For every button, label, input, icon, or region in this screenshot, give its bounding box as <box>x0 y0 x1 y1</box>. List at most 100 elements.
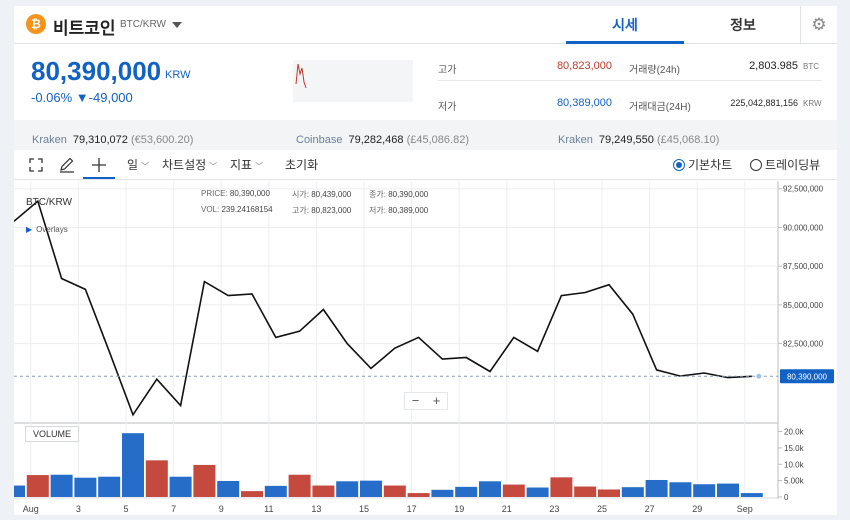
overlays-label: Overlays <box>36 225 68 234</box>
crosshair-icon-svg <box>92 158 106 172</box>
ohlc-row-2: 고가: 80,823,000 <box>292 205 351 216</box>
chart-settings-label: 차트설정 <box>162 158 207 172</box>
ohlc-key: 저가: <box>369 206 386 215</box>
volume-tick-label: 15.0k <box>784 444 805 453</box>
radio-tradingview[interactable]: 트레이딩뷰 <box>750 155 820 175</box>
radio-basic-chart[interactable]: 기본차트 <box>673 155 732 175</box>
interval-label: 일 <box>127 158 139 172</box>
expand-icon[interactable] <box>28 155 44 175</box>
volume-bar <box>336 481 359 497</box>
radio-tradingview-label: 트레이딩뷰 <box>765 158 821 172</box>
radio-selected-icon <box>673 159 685 171</box>
volume-bar <box>3 485 25 497</box>
ohlc-row-1: 시가: 80,439,000 <box>292 189 351 200</box>
exchange-value: 79,282,468 <box>348 134 404 146</box>
volume-bar <box>407 493 430 497</box>
x-tick-label: 25 <box>597 504 607 514</box>
y-tick-label: 82,500,000 <box>783 340 824 349</box>
ohlc-value: 80,823,000 <box>311 206 352 215</box>
exchange-item[interactable]: Kraken 79,249,550 (£45,068.10) <box>558 134 719 146</box>
gear-icon[interactable]: ⚙ <box>800 6 837 44</box>
x-tick-label: 7 <box>171 504 176 514</box>
crosshair-selected-indicator <box>83 177 115 179</box>
ohlc-row-2: VOL: 239.24168154 <box>201 205 273 214</box>
volume-bar <box>574 486 597 497</box>
volume-bar <box>431 489 454 497</box>
high-label: 고가 <box>438 65 457 76</box>
interval-dropdown[interactable]: 일 ﹀ <box>127 155 149 175</box>
exchange-value: 79,249,550 <box>598 134 654 146</box>
volume-label: 거래량(24h) <box>629 65 680 76</box>
chart-toolbar: 일 ﹀ 차트설정 ﹀ 지표 ﹀ 초기화 기본차트 트레이딩뷰 <box>14 150 837 180</box>
sparkline-line <box>295 63 307 89</box>
chart-settings-dropdown[interactable]: 차트설정 ﹀ <box>162 155 217 175</box>
ohlc-key: 종가: <box>369 190 386 199</box>
bitcoin-icon: ₿ <box>26 14 46 34</box>
x-tick-label: 29 <box>692 504 702 514</box>
high-value: 80,823,000 <box>556 60 612 72</box>
volume-unit: BTC <box>803 62 819 71</box>
radio-basic-label: 기본차트 <box>688 158 733 172</box>
current-price: 80,390,000 <box>31 56 162 86</box>
ohlc-value: 80,389,000 <box>388 206 429 215</box>
price-line <box>13 199 752 417</box>
radio-unselected-icon <box>750 159 762 171</box>
amount-unit: KRW <box>803 99 822 108</box>
zoom-in-button[interactable]: + <box>426 393 447 409</box>
exchange-item[interactable]: Kraken 79,310,072 (€53,600.20) <box>32 134 193 146</box>
ohlc-key: 고가: <box>292 206 309 215</box>
volume-label: VOLUME <box>25 426 79 442</box>
chevron-down-icon: ﹀ <box>141 162 150 171</box>
ohlc-key: 시가: <box>292 190 309 199</box>
x-tick-label: 3 <box>76 504 81 514</box>
ohlc-row-2: 저가: 80,389,000 <box>369 205 428 216</box>
indicators-dropdown[interactable]: 지표 ﹀ <box>230 155 263 175</box>
low-value: 80,389,000 <box>556 97 612 109</box>
volume-bar <box>383 485 406 497</box>
exchange-name: Kraken <box>32 134 67 146</box>
volume-bar <box>717 483 739 497</box>
y-tick-label: 92,500,000 <box>783 185 824 194</box>
exchange-value: 79,310,072 <box>72 134 128 146</box>
coin-dropdown-caret-icon[interactable] <box>172 22 182 28</box>
y-tick-label: 87,500,000 <box>783 262 824 271</box>
ohlc-value: 239.24168154 <box>221 205 273 214</box>
crosshair-icon[interactable] <box>91 155 107 175</box>
tab-info[interactable]: 정보 <box>684 6 802 44</box>
pencil-icon[interactable] <box>58 155 76 175</box>
expand-icon-svg <box>29 158 43 172</box>
volume-bar <box>312 485 335 497</box>
ohlc-value: 80,390,000 <box>229 189 270 198</box>
volume-bar <box>26 475 49 497</box>
reset-button[interactable]: 초기화 <box>285 155 318 175</box>
volume-bar <box>669 482 692 497</box>
x-tick-label: 19 <box>454 504 464 514</box>
exchange-price-strip: Kraken 79,310,072 (€53,600.20) Coinbase 79… <box>14 120 837 150</box>
zoom-out-button[interactable]: − <box>405 393 426 409</box>
x-tick-label: 27 <box>645 504 655 514</box>
volume-tick-label: 10.0k <box>784 460 805 469</box>
play-triangle-icon: ▶ <box>26 225 33 234</box>
x-tick-label: 9 <box>219 504 224 514</box>
exchange-fx: (£45,068.10) <box>656 134 720 146</box>
sparkline-svg <box>295 63 307 89</box>
coin-name: 비트코인 <box>53 19 116 38</box>
indicators-label: 지표 <box>230 158 253 172</box>
price-summary: 80,390,000 KRW -0.06% ▼-49,000 고가 80,823… <box>14 44 837 120</box>
volume-bar <box>740 493 763 497</box>
y-tick-label: 90,000,000 <box>783 223 824 232</box>
price-change: -0.06% ▼-49,000 <box>31 90 133 105</box>
volume-bar <box>241 491 263 497</box>
volume-bar <box>621 487 644 497</box>
ohlc-value: 80,390,000 <box>388 190 429 199</box>
volume-bar <box>693 484 716 497</box>
x-tick-label: 15 <box>359 504 369 514</box>
x-tick-label: 17 <box>407 504 417 514</box>
amount-value: 225,042,881,156 <box>730 98 798 108</box>
tab-price[interactable]: 시세 <box>566 6 684 44</box>
zoom-controls: − + <box>404 392 448 410</box>
exchange-item[interactable]: Coinbase 79,282,468 (£45,086.82) <box>296 134 469 146</box>
low-label: 저가 <box>438 102 457 113</box>
overlays-toggle[interactable]: ▶ Overlays <box>26 225 68 234</box>
price-chart[interactable]: Aug 3 5 7 9 11 13 15 17 19 21 23 25 27 29 Sep 92,500,000… <box>3 181 837 515</box>
